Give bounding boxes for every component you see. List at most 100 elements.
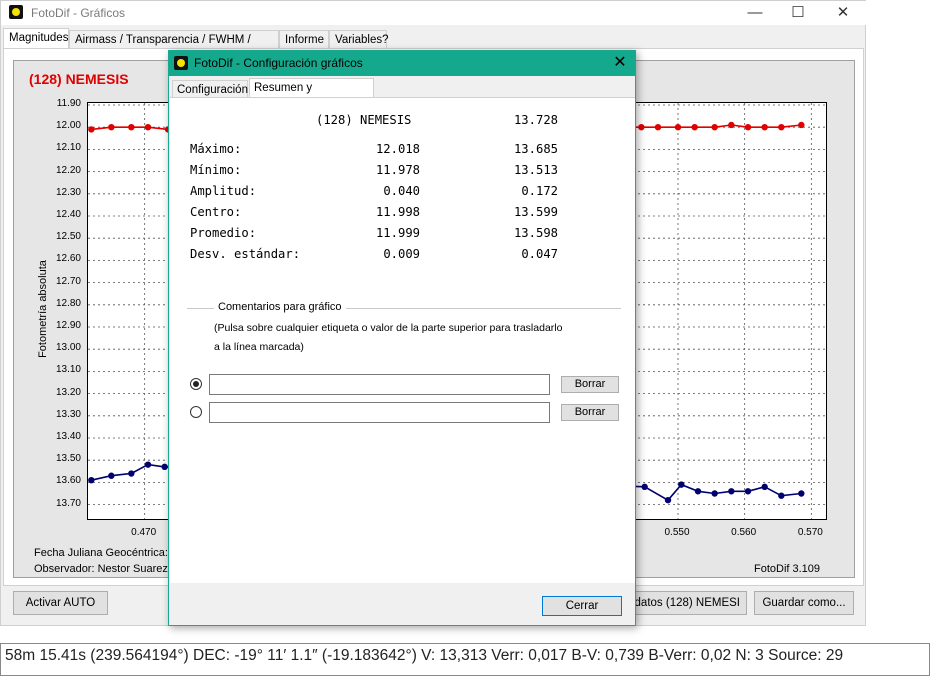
y-tick-label: 12.70 bbox=[55, 275, 81, 287]
stat-value[interactable]: 0.040 bbox=[340, 184, 420, 198]
y-tick-label: 12.50 bbox=[55, 231, 81, 243]
data-point bbox=[694, 488, 702, 495]
data-point bbox=[761, 124, 768, 131]
data-point bbox=[108, 472, 115, 479]
x-tick-label: 0.470 bbox=[131, 527, 157, 538]
data-point bbox=[711, 490, 718, 497]
y-tick-label: 12.90 bbox=[55, 320, 81, 331]
comments-group-label: Comentarios para gráfico bbox=[214, 301, 346, 313]
minimize-icon[interactable]: — bbox=[745, 3, 765, 23]
y-tick-label: 13.00 bbox=[55, 342, 81, 354]
data-point bbox=[161, 463, 168, 471]
summary-object[interactable]: (128) NEMESIS bbox=[316, 113, 411, 127]
status-text: 58m 15.41s (239.564194°) DEC: -19° 11′ 1… bbox=[5, 647, 844, 664]
x-tick-label: 0.560 bbox=[731, 527, 757, 538]
y-tick-label: 12.80 bbox=[55, 297, 81, 309]
y-tick-label: 12.20 bbox=[55, 164, 81, 176]
data-point bbox=[664, 496, 672, 504]
tab-resumen-comentarios[interactable]: Resumen y comentarios bbox=[249, 78, 374, 113]
y-tick-label: 12.10 bbox=[55, 142, 81, 154]
main-window-title: FotoDif - Gráficos bbox=[31, 6, 126, 20]
close-icon[interactable]: ✕ bbox=[833, 3, 853, 23]
stat-label[interactable]: Máximo: bbox=[190, 142, 241, 156]
data-point bbox=[744, 488, 752, 495]
data-point bbox=[638, 124, 645, 131]
y-tick-label: 12.00 bbox=[55, 120, 81, 132]
data-point bbox=[88, 126, 95, 133]
maximize-icon[interactable]: ☐ bbox=[788, 3, 808, 23]
footer-version: FotoDif 3.109 bbox=[754, 563, 821, 575]
data-point bbox=[728, 121, 735, 129]
footer-observer: Observador: Nestor Suarez- bbox=[34, 563, 172, 575]
data-point bbox=[654, 124, 662, 131]
data-point bbox=[641, 483, 648, 491]
data-point bbox=[761, 483, 768, 491]
stat-value[interactable]: 11.999 bbox=[340, 226, 420, 240]
tab-airmass[interactable]: Airmass / Transparencia / FWHM / Fondo bbox=[69, 30, 279, 64]
fotodif-app-icon bbox=[9, 5, 23, 19]
comment-line2-input[interactable] bbox=[209, 402, 550, 423]
data-point bbox=[798, 490, 805, 497]
stat-value[interactable]: 0.009 bbox=[340, 247, 420, 261]
summary-ref-mag[interactable]: 13.728 bbox=[478, 113, 558, 127]
stat-value[interactable]: 13.685 bbox=[478, 142, 558, 156]
resumen-tab-page: (128) NEMESIS 13.728 Máximo: 12.018 13.6… bbox=[170, 97, 635, 583]
fotodif-dialog-icon bbox=[174, 56, 188, 70]
dialog-title-bar[interactable]: FotoDif - Configuración gráficos ✕ bbox=[169, 51, 635, 76]
stat-value[interactable]: 0.172 bbox=[478, 184, 558, 198]
y-tick-label: 13.30 bbox=[55, 408, 81, 420]
status-bar: 58m 15.41s (239.564194°) DEC: -19° 11′ 1… bbox=[0, 643, 930, 676]
stat-value[interactable]: 11.978 bbox=[340, 163, 420, 177]
comment-line2-radio[interactable] bbox=[190, 406, 202, 418]
data-point bbox=[674, 124, 682, 131]
y-tick-label: 13.70 bbox=[55, 497, 81, 509]
stat-value[interactable]: 13.513 bbox=[478, 163, 558, 177]
y-tick-label: 13.60 bbox=[55, 475, 81, 487]
data-point bbox=[128, 124, 135, 131]
stat-value[interactable]: 13.599 bbox=[478, 205, 558, 219]
tab-magnitudes[interactable]: Magnitudes bbox=[3, 28, 69, 48]
clear-line2-button[interactable]: Borrar bbox=[561, 404, 619, 421]
x-tick-label: 0.570 bbox=[797, 527, 823, 538]
guardar-como-button[interactable]: Guardar como... bbox=[754, 591, 854, 615]
y-tick-label: 11.90 bbox=[56, 98, 81, 109]
dialog-close-icon[interactable]: ✕ bbox=[609, 52, 631, 74]
stat-value[interactable]: 11.998 bbox=[340, 205, 420, 219]
chart-title[interactable]: (128) NEMESIS bbox=[29, 71, 129, 87]
tab-variables[interactable]: Variables? bbox=[329, 30, 389, 48]
stat-label[interactable]: Mínimo: bbox=[190, 163, 241, 177]
comments-hint-line1: (Pulsa sobre cualquier etiqueta o valor … bbox=[214, 322, 563, 334]
comment-line1-input[interactable] bbox=[209, 374, 550, 395]
y-tick-label: 12.40 bbox=[55, 209, 81, 220]
datos-button[interactable]: datos (128) NEMESI bbox=[623, 591, 747, 615]
data-point bbox=[144, 461, 152, 468]
stat-label[interactable]: Centro: bbox=[190, 205, 241, 219]
y-tick-label: 12.60 bbox=[55, 253, 81, 265]
y-tick-label: 13.10 bbox=[55, 364, 81, 376]
data-point bbox=[711, 124, 718, 131]
y-tick-label: 12.30 bbox=[55, 186, 81, 198]
activar-auto-button[interactable]: Activar AUTO bbox=[13, 591, 108, 615]
stat-value[interactable]: 12.018 bbox=[340, 142, 420, 156]
data-point bbox=[744, 124, 752, 131]
footer-julian-date: Fecha Juliana Geocéntrica: 2 bbox=[34, 547, 178, 559]
data-point bbox=[778, 492, 785, 499]
clear-line1-button[interactable]: Borrar bbox=[561, 376, 619, 393]
y-tick-label: 13.40 bbox=[55, 431, 81, 442]
stat-label[interactable]: Promedio: bbox=[190, 226, 256, 240]
comments-hint-line2: a la línea marcada) bbox=[214, 341, 304, 353]
stat-label[interactable]: Desv. estándar: bbox=[190, 247, 300, 261]
stat-label[interactable]: Amplitud: bbox=[190, 184, 256, 198]
stat-value[interactable]: 13.598 bbox=[478, 226, 558, 240]
dialog-title: FotoDif - Configuración gráficos bbox=[194, 56, 363, 70]
data-point bbox=[144, 124, 152, 131]
tab-informe[interactable]: Informe bbox=[279, 30, 329, 48]
x-tick-label: 0.550 bbox=[664, 527, 690, 538]
data-point bbox=[691, 124, 698, 131]
stat-value[interactable]: 0.047 bbox=[478, 247, 558, 261]
main-title-bar[interactable]: FotoDif - Gráficos — ☐ ✕ bbox=[1, 1, 867, 25]
comment-line1-radio[interactable] bbox=[190, 378, 202, 390]
config-dialog: FotoDif - Configuración gráficos ✕ Confi… bbox=[168, 50, 636, 626]
data-point bbox=[108, 124, 115, 131]
cerrar-button[interactable]: Cerrar bbox=[542, 596, 622, 616]
